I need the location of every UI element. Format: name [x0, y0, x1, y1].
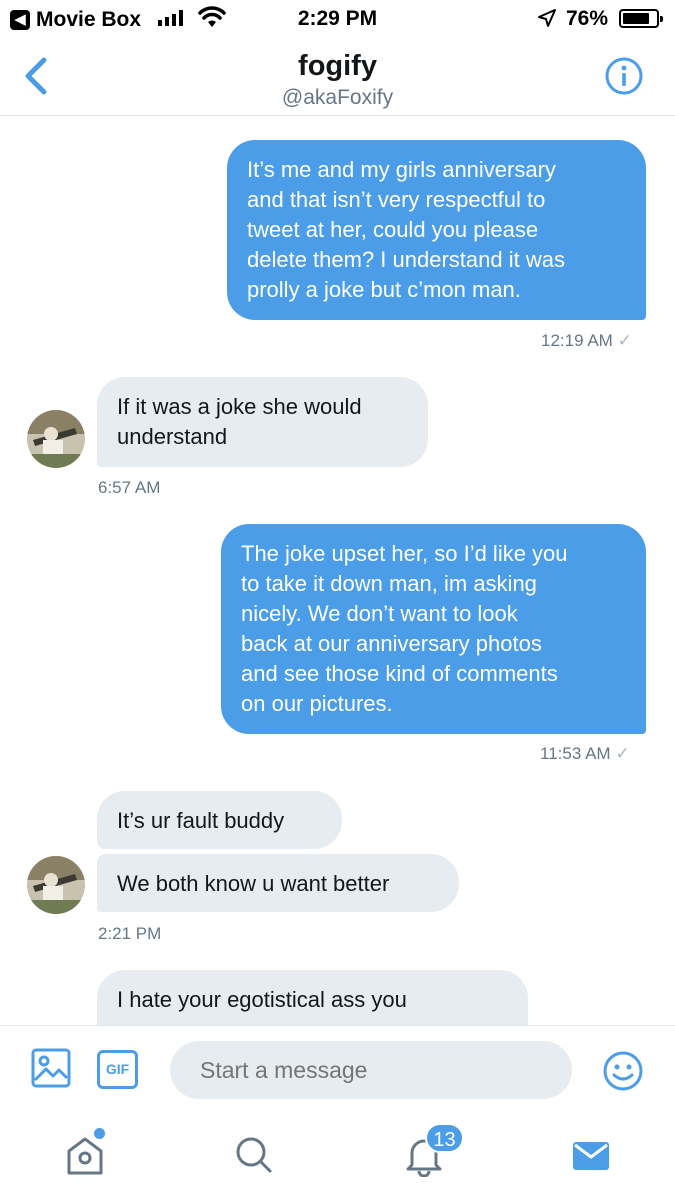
message-composer: GIF [0, 1025, 675, 1115]
location-arrow-icon [538, 9, 556, 27]
home-icon[interactable] [64, 1133, 106, 1177]
emoji-icon[interactable] [602, 1050, 644, 1092]
message-text: I hate your egotistical ass you [117, 987, 407, 1012]
home-new-indicator [94, 1128, 105, 1139]
message-text: The joke upset her, so I’d like you to t… [241, 541, 568, 716]
sent-message-bubble[interactable]: The joke upset her, so I’d like you to t… [221, 524, 646, 734]
notifications-count-badge: 13 [425, 1123, 464, 1153]
message-timestamp: 2:21 PM [98, 924, 162, 943]
battery-percent: 76% [566, 7, 609, 30]
message-timestamp: 6:57 AM [98, 478, 161, 497]
messages-envelope-icon[interactable] [571, 1133, 611, 1177]
message-text: If it was a joke she would understand [117, 394, 362, 449]
received-message-bubble[interactable]: We both know u want better [97, 854, 459, 912]
message-input[interactable] [170, 1041, 572, 1099]
status-bar: ◀ Movie Box 2:29 PM 76% [0, 0, 675, 38]
gif-button[interactable]: GIF [97, 1050, 138, 1089]
conversation-header: fogify @akaFoxify [0, 38, 675, 116]
battery-icon [619, 9, 663, 28]
avatar[interactable] [27, 410, 85, 468]
info-icon[interactable] [604, 56, 644, 96]
message-text: We both know u want better [117, 871, 390, 896]
conversation-title[interactable]: fogify [0, 50, 675, 83]
message-timestamp: 11:53 AM ✓ [540, 744, 630, 763]
sent-message-bubble[interactable]: It’s me and my girls anniversary and tha… [227, 140, 646, 320]
read-check-icon: ✓ [617, 331, 632, 350]
message-text: It’s ur fault buddy [117, 808, 285, 833]
read-check-icon: ✓ [615, 744, 630, 763]
image-icon[interactable] [31, 1048, 71, 1088]
received-message-bubble[interactable]: It’s ur fault buddy [97, 791, 342, 849]
message-timestamp: 12:19 AM ✓ [541, 331, 632, 350]
avatar[interactable] [27, 856, 85, 914]
received-message-bubble[interactable]: If it was a joke she would understand [97, 377, 428, 467]
search-icon[interactable] [234, 1133, 274, 1177]
message-text: It’s me and my girls anniversary and tha… [247, 157, 565, 302]
conversation-handle: @akaFoxify [281, 86, 394, 109]
